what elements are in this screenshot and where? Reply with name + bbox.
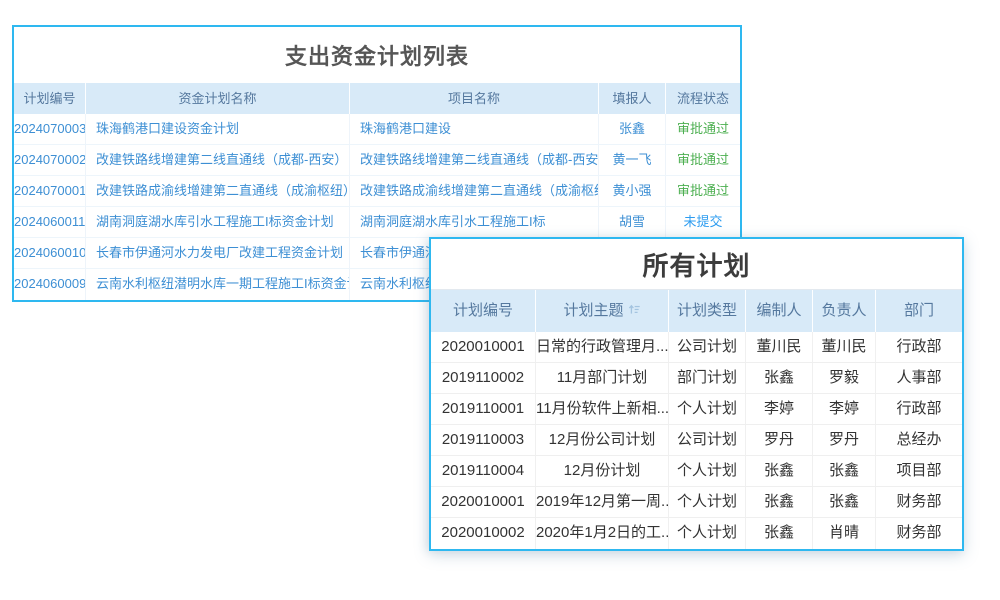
creator: 张鑫: [746, 456, 813, 486]
plan-id: 2019110003: [431, 425, 536, 455]
plan-subject: 12月份公司计划: [536, 425, 669, 455]
header-fund-plan-name: 资金计划名称: [86, 83, 350, 114]
owner: 肖晴: [813, 518, 876, 549]
status-badge: 审批通过: [666, 176, 740, 206]
plan-id[interactable]: 2024070002: [14, 145, 86, 175]
creator: 张鑫: [746, 518, 813, 549]
header-plan-subject-label: 计划主题: [563, 302, 623, 319]
plan-type: 公司计划: [669, 425, 746, 455]
plan-subject: 12月份计划: [536, 456, 669, 486]
project-name-link[interactable]: 改建铁路成渝线增建第二直通线（成渝枢纽）...: [350, 176, 599, 206]
sort-ascending-icon[interactable]: [628, 291, 641, 332]
plan-type: 公司计划: [669, 332, 746, 362]
owner: 董川民: [813, 332, 876, 362]
plan-type: 个人计划: [669, 394, 746, 424]
plan-subject: 11月份软件上新相...: [536, 394, 669, 424]
department: 人事部: [876, 363, 962, 393]
fund-plan-name-link[interactable]: 改建铁路线增建第二线直通线（成都-西安）电...: [86, 145, 350, 175]
fund-plan-name-link[interactable]: 湖南洞庭湖水库引水工程施工I标资金计划: [86, 207, 350, 237]
plans-table-row[interactable]: 2019110001 11月份软件上新相... 个人计划 李婷 李婷 行政部: [431, 394, 962, 425]
funds-table-row[interactable]: 2024070002 改建铁路线增建第二线直通线（成都-西安）电... 改建铁路…: [14, 145, 740, 176]
fund-plan-name-link[interactable]: 长春市伊通河水力发电厂改建工程资金计划: [86, 238, 350, 268]
funds-table-row[interactable]: 2024060011 湖南洞庭湖水库引水工程施工I标资金计划 湖南洞庭湖水库引水…: [14, 207, 740, 238]
all-plans-header-row: 计划编号 计划主题 计划类型 编制人 负责人 部门: [431, 289, 962, 332]
plan-id: 2020010001: [431, 332, 536, 362]
header-owner: 负责人: [813, 290, 876, 332]
header-department: 部门: [876, 290, 962, 332]
project-name-link[interactable]: 珠海鹤港口建设: [350, 114, 599, 144]
funds-table-row[interactable]: 2024070001 改建铁路成渝线增建第二直通线（成渝枢纽）... 改建铁路成…: [14, 176, 740, 207]
all-plans-table-card: 所有计划 计划编号 计划主题 计划类型 编制人 负责人 部门 202001000…: [429, 237, 964, 551]
plan-subject: 2019年12月第一周...: [536, 487, 669, 517]
plan-type: 个人计划: [669, 487, 746, 517]
plan-type: 个人计划: [669, 518, 746, 549]
plans-table-row[interactable]: 2019110003 12月份公司计划 公司计划 罗丹 罗丹 总经办: [431, 425, 962, 456]
header-plan-type: 计划类型: [669, 290, 746, 332]
plan-id[interactable]: 2024070003: [14, 114, 86, 144]
plan-id: 2020010001: [431, 487, 536, 517]
creator: 李婷: [746, 394, 813, 424]
header-creator: 编制人: [746, 290, 813, 332]
plan-subject: 11月部门计划: [536, 363, 669, 393]
plan-type: 个人计划: [669, 456, 746, 486]
department: 行政部: [876, 332, 962, 362]
all-plans-title: 所有计划: [431, 239, 962, 289]
funds-table-row[interactable]: 2024070003 珠海鹤港口建设资金计划 珠海鹤港口建设 张鑫 审批通过: [14, 114, 740, 145]
header-plan-subject[interactable]: 计划主题: [536, 290, 669, 332]
reporter: 胡雪: [599, 207, 666, 237]
status-badge: 审批通过: [666, 145, 740, 175]
department: 行政部: [876, 394, 962, 424]
department: 财务部: [876, 518, 962, 549]
plan-id[interactable]: 2024060010: [14, 238, 86, 268]
plan-subject: 2020年1月2日的工...: [536, 518, 669, 549]
owner: 罗毅: [813, 363, 876, 393]
creator: 张鑫: [746, 363, 813, 393]
plans-table-row[interactable]: 2019110004 12月份计划 个人计划 张鑫 张鑫 项目部: [431, 456, 962, 487]
plan-id: 2019110004: [431, 456, 536, 486]
status-badge: 审批通过: [666, 114, 740, 144]
plans-table-row[interactable]: 2020010001 2019年12月第一周... 个人计划 张鑫 张鑫 财务部: [431, 487, 962, 518]
plan-type: 部门计划: [669, 363, 746, 393]
creator: 董川民: [746, 332, 813, 362]
department: 项目部: [876, 456, 962, 486]
department: 财务部: [876, 487, 962, 517]
fund-plan-name-link[interactable]: 云南水利枢纽潜明水库一期工程施工I标资金计划: [86, 269, 350, 300]
plan-id: 2019110001: [431, 394, 536, 424]
plans-table-row[interactable]: 2020010002 2020年1月2日的工... 个人计划 张鑫 肖晴 财务部: [431, 518, 962, 549]
header-flow-status: 流程状态: [666, 83, 740, 114]
owner: 张鑫: [813, 456, 876, 486]
plans-table-row[interactable]: 2020010001 日常的行政管理月... 公司计划 董川民 董川民 行政部: [431, 332, 962, 363]
owner: 李婷: [813, 394, 876, 424]
plan-id[interactable]: 2024060011: [14, 207, 86, 237]
project-name-link[interactable]: 湖南洞庭湖水库引水工程施工I标: [350, 207, 599, 237]
reporter: 黄小强: [599, 176, 666, 206]
header-project-name: 项目名称: [350, 83, 599, 114]
funds-table-header-row: 计划编号 资金计划名称 项目名称 填报人 流程状态: [14, 83, 740, 114]
plan-id[interactable]: 2024060009: [14, 269, 86, 300]
plan-subject: 日常的行政管理月...: [536, 332, 669, 362]
creator: 张鑫: [746, 487, 813, 517]
reporter: 黄一飞: [599, 145, 666, 175]
plan-id: 2019110002: [431, 363, 536, 393]
header-plan-id: 计划编号: [431, 290, 536, 332]
creator: 罗丹: [746, 425, 813, 455]
funds-table-title: 支出资金计划列表: [14, 27, 740, 83]
header-plan-id: 计划编号: [14, 83, 86, 114]
plan-id[interactable]: 2024070001: [14, 176, 86, 206]
fund-plan-name-link[interactable]: 改建铁路成渝线增建第二直通线（成渝枢纽）...: [86, 176, 350, 206]
project-name-link[interactable]: 改建铁路线增建第二线直通线（成都-西安）电...: [350, 145, 599, 175]
department: 总经办: [876, 425, 962, 455]
plans-table-row[interactable]: 2019110002 11月部门计划 部门计划 张鑫 罗毅 人事部: [431, 363, 962, 394]
header-reporter: 填报人: [599, 83, 666, 114]
owner: 罗丹: [813, 425, 876, 455]
plan-id: 2020010002: [431, 518, 536, 549]
owner: 张鑫: [813, 487, 876, 517]
status-badge: 未提交: [666, 207, 740, 237]
reporter: 张鑫: [599, 114, 666, 144]
fund-plan-name-link[interactable]: 珠海鹤港口建设资金计划: [86, 114, 350, 144]
